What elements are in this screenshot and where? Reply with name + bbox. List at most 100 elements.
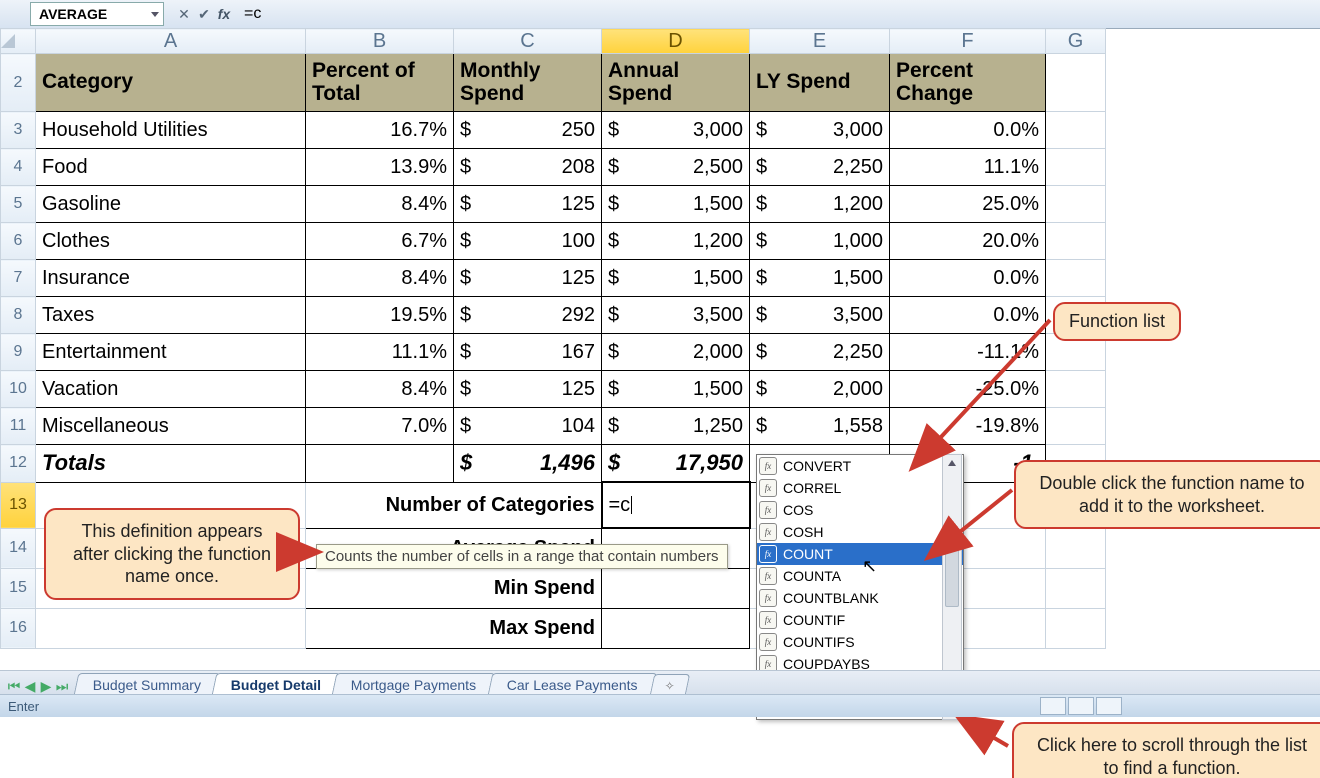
cell-annual-10[interactable]: $1,500	[602, 371, 750, 408]
cell-annual-6[interactable]: $1,200	[602, 223, 750, 260]
row-header-5[interactable]: 5	[1, 186, 36, 223]
cell-annual-7[interactable]: $1,500	[602, 260, 750, 297]
row-header-8[interactable]: 8	[1, 297, 36, 334]
row-header-3[interactable]: 3	[1, 112, 36, 149]
cell-D15[interactable]	[602, 568, 750, 608]
function-option-correl[interactable]: fxCORREL	[757, 477, 963, 499]
cell-annual-11[interactable]: $1,250	[602, 408, 750, 445]
cell-A16[interactable]	[36, 608, 306, 648]
scroll-down-icon[interactable]	[943, 471, 961, 487]
cell-annual-9[interactable]: $2,000	[602, 334, 750, 371]
column-header-B[interactable]: B	[306, 29, 454, 54]
row-header-2[interactable]: 2	[1, 54, 36, 112]
insert-function-icon[interactable]: fx	[214, 6, 234, 22]
cell-annual-8[interactable]: $3,500	[602, 297, 750, 334]
cell-G15[interactable]	[1046, 568, 1106, 608]
active-cell-D13[interactable]: =c	[602, 482, 750, 528]
cell-category-6[interactable]: Clothes	[36, 223, 306, 260]
cell-monthly-10[interactable]: $125	[454, 371, 602, 408]
cell-G4[interactable]	[1046, 149, 1106, 186]
row-header-4[interactable]: 4	[1, 149, 36, 186]
function-option-counta[interactable]: fxCOUNTA	[757, 565, 963, 587]
cell-G3[interactable]	[1046, 112, 1106, 149]
function-option-countblank[interactable]: fxCOUNTBLANK	[757, 587, 963, 609]
cell-pct-11[interactable]: 7.0%	[306, 408, 454, 445]
header-A[interactable]: Category	[36, 54, 306, 112]
cell-category-11[interactable]: Miscellaneous	[36, 408, 306, 445]
cell-change-7[interactable]: 0.0%	[890, 260, 1046, 297]
cell-monthly-5[interactable]: $125	[454, 186, 602, 223]
cell-totals-monthly[interactable]: $1,496	[454, 445, 602, 483]
row-header-13[interactable]: 13	[1, 482, 36, 528]
header-E[interactable]: LY Spend	[750, 54, 890, 112]
cell-ly-10[interactable]: $2,000	[750, 371, 890, 408]
row-header-7[interactable]: 7	[1, 260, 36, 297]
cell-change-3[interactable]: 0.0%	[890, 112, 1046, 149]
cell-pct-9[interactable]: 11.1%	[306, 334, 454, 371]
cell-ly-5[interactable]: $1,200	[750, 186, 890, 223]
cell-annual-4[interactable]: $2,500	[602, 149, 750, 186]
cell-G6[interactable]	[1046, 223, 1106, 260]
sheet-tab-budget-detail[interactable]: Budget Detail	[212, 673, 341, 695]
cell-pct-6[interactable]: 6.7%	[306, 223, 454, 260]
column-header-E[interactable]: E	[750, 29, 890, 54]
cell-monthly-4[interactable]: $208	[454, 149, 602, 186]
cell-monthly-3[interactable]: $250	[454, 112, 602, 149]
function-option-countifs[interactable]: fxCOUNTIFS	[757, 631, 963, 653]
cell-monthly-9[interactable]: $167	[454, 334, 602, 371]
column-header-D[interactable]: D	[602, 29, 750, 54]
cell-category-3[interactable]: Household Utilities	[36, 112, 306, 149]
tab-nav-last-icon[interactable]: ⏭	[54, 678, 70, 695]
cell-change-10[interactable]: -25.0%	[890, 371, 1046, 408]
row-header-12[interactable]: 12	[1, 445, 36, 483]
cell-totals-label[interactable]: Totals	[36, 445, 306, 483]
cell-change-9[interactable]: -11.1%	[890, 334, 1046, 371]
tab-nav-buttons[interactable]: ⏮ ◀ ▶ ⏭	[6, 678, 70, 695]
cell-G5[interactable]	[1046, 186, 1106, 223]
function-option-cos[interactable]: fxCOS	[757, 499, 963, 521]
cell-category-5[interactable]: Gasoline	[36, 186, 306, 223]
cell-change-4[interactable]: 11.1%	[890, 149, 1046, 186]
cell-B12[interactable]	[306, 445, 454, 483]
row-header-11[interactable]: 11	[1, 408, 36, 445]
cell-annual-5[interactable]: $1,500	[602, 186, 750, 223]
cell-change-5[interactable]: 25.0%	[890, 186, 1046, 223]
cell-ly-3[interactable]: $3,000	[750, 112, 890, 149]
tab-nav-prev-icon[interactable]: ◀	[22, 678, 38, 695]
cell-category-9[interactable]: Entertainment	[36, 334, 306, 371]
column-header-F[interactable]: F	[890, 29, 1046, 54]
cell-G16[interactable]	[1046, 608, 1106, 648]
cell-ly-6[interactable]: $1,000	[750, 223, 890, 260]
cell-ly-7[interactable]: $1,500	[750, 260, 890, 297]
cell-category-7[interactable]: Insurance	[36, 260, 306, 297]
cell-pct-4[interactable]: 13.9%	[306, 149, 454, 186]
cell-ly-9[interactable]: $2,250	[750, 334, 890, 371]
name-box-dropdown-icon[interactable]	[151, 12, 159, 17]
label-min-spend[interactable]: Min Spend	[306, 568, 602, 608]
sheet-tab-car-lease-payments[interactable]: Car Lease Payments	[487, 673, 656, 695]
cell-change-6[interactable]: 20.0%	[890, 223, 1046, 260]
sheet-tab-budget-summary[interactable]: Budget Summary	[74, 673, 221, 695]
label-number-of-categories[interactable]: Number of Categories	[306, 482, 602, 528]
new-sheet-button[interactable]: ✧	[650, 674, 690, 695]
cell-change-8[interactable]: 0.0%	[890, 297, 1046, 334]
cell-category-8[interactable]: Taxes	[36, 297, 306, 334]
scroll-thumb[interactable]	[945, 545, 959, 607]
cell-G14[interactable]	[1046, 528, 1106, 568]
cell-G2[interactable]	[1046, 54, 1106, 112]
cell-annual-3[interactable]: $3,000	[602, 112, 750, 149]
cell-monthly-11[interactable]: $104	[454, 408, 602, 445]
cell-pct-7[interactable]: 8.4%	[306, 260, 454, 297]
header-B[interactable]: Percent of Total	[306, 54, 454, 112]
row-header-6[interactable]: 6	[1, 223, 36, 260]
view-normal-button[interactable]	[1040, 697, 1066, 715]
cell-G11[interactable]	[1046, 408, 1106, 445]
header-F[interactable]: Percent Change	[890, 54, 1046, 112]
row-header-9[interactable]: 9	[1, 334, 36, 371]
tab-nav-first-icon[interactable]: ⏮	[6, 678, 22, 695]
cell-ly-11[interactable]: $1,558	[750, 408, 890, 445]
function-option-count[interactable]: fxCOUNT	[757, 543, 963, 565]
function-option-convert[interactable]: fxCONVERT	[757, 455, 963, 477]
cell-ly-8[interactable]: $3,500	[750, 297, 890, 334]
label-max-spend[interactable]: Max Spend	[306, 608, 602, 648]
